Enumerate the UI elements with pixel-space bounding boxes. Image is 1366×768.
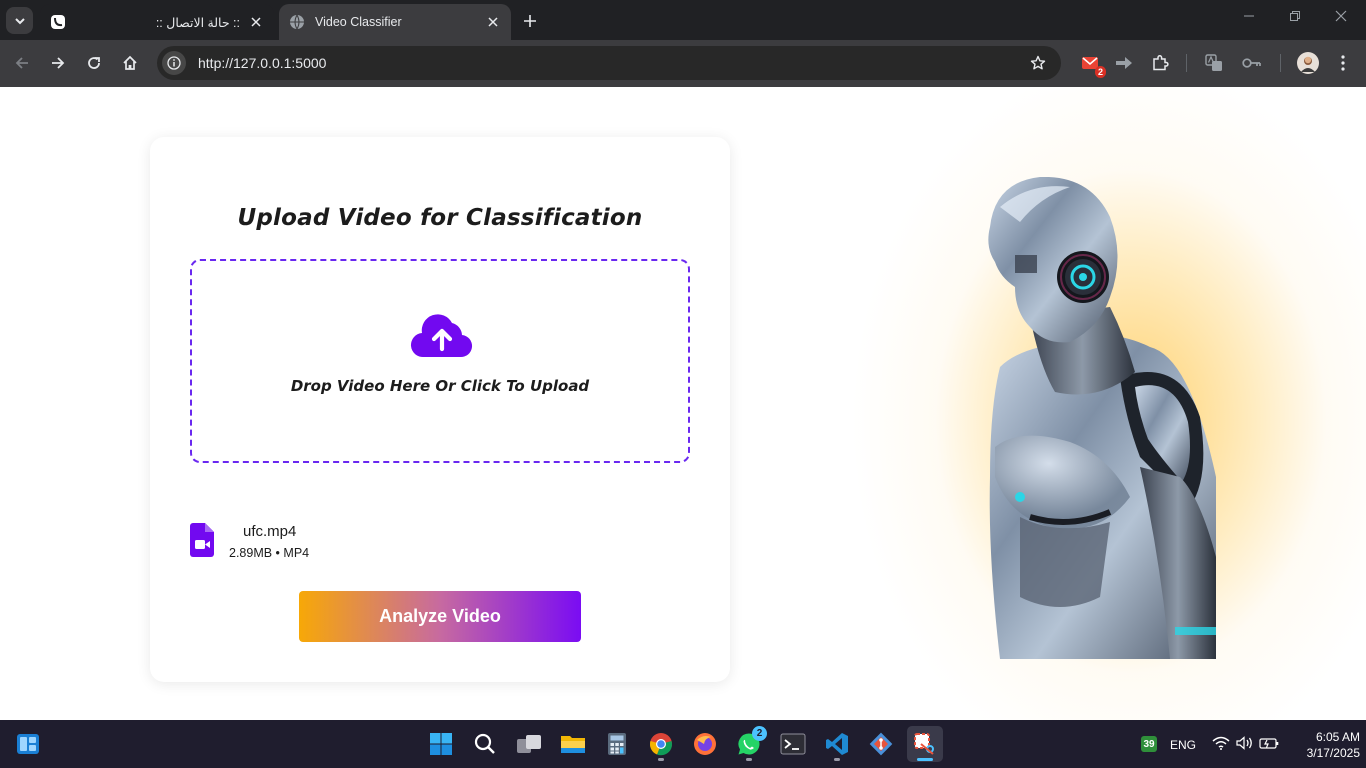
running-indicator bbox=[658, 758, 664, 761]
start-icon bbox=[430, 733, 452, 755]
task-view-button[interactable] bbox=[511, 726, 547, 762]
close-window-button[interactable] bbox=[1318, 0, 1364, 32]
file-name: ufc.mp4 bbox=[243, 523, 297, 540]
reload-button[interactable] bbox=[80, 49, 108, 77]
weather-badge[interactable]: 39 bbox=[1141, 736, 1157, 752]
widgets-button[interactable] bbox=[10, 726, 46, 762]
clock-time: 6:05 AM bbox=[1315, 730, 1360, 744]
system-clock[interactable]: 6:05 AM 3/17/2025 bbox=[1280, 729, 1360, 761]
snipping-tool-button[interactable] bbox=[907, 726, 943, 762]
analyze-video-button[interactable]: Analyze Video bbox=[299, 591, 581, 642]
task-view-icon bbox=[517, 735, 541, 753]
page-title: Upload Video for Classification bbox=[237, 205, 643, 231]
video-dropzone[interactable]: Drop Video Here Or Click To Upload bbox=[190, 259, 690, 463]
arrow-right-icon bbox=[52, 57, 65, 69]
file-explorer-button[interactable] bbox=[555, 726, 591, 762]
selected-file: ufc.mp4 2.89MB • MP4 bbox=[190, 523, 590, 563]
file-explorer-icon bbox=[561, 736, 585, 753]
snipping-tool-icon bbox=[914, 733, 934, 755]
translate-extension-icon[interactable] bbox=[1201, 50, 1227, 76]
close-icon[interactable] bbox=[248, 14, 264, 30]
widgets-icon bbox=[17, 734, 39, 754]
address-bar[interactable]: http://127.0.0.1:5000 bbox=[157, 46, 1061, 80]
avatar bbox=[1297, 52, 1319, 74]
restore-button[interactable] bbox=[1272, 0, 1318, 32]
terminal-icon bbox=[780, 733, 806, 755]
upload-card: Upload Video for Classification Drop Vid… bbox=[150, 137, 730, 682]
file-meta: 2.89MB • MP4 bbox=[229, 546, 310, 560]
chrome-button[interactable] bbox=[643, 726, 679, 762]
browser-tab-bar: :: حالة الاتصال :: Video Classifier bbox=[0, 0, 1366, 40]
calculator-button[interactable] bbox=[599, 726, 635, 762]
close-icon bbox=[1335, 10, 1347, 22]
new-tab-button[interactable] bbox=[518, 9, 542, 33]
site-info-icon[interactable] bbox=[162, 51, 186, 75]
more-vert-icon bbox=[1341, 55, 1345, 71]
dropzone-label: Drop Video Here Or Click To Upload bbox=[290, 377, 590, 395]
url-text[interactable]: http://127.0.0.1:5000 bbox=[198, 55, 1024, 71]
terminal-button[interactable] bbox=[775, 726, 811, 762]
tab-title: Video Classifier bbox=[315, 15, 402, 29]
minimize-button[interactable] bbox=[1226, 0, 1272, 32]
arrow-left-icon bbox=[15, 57, 28, 69]
close-icon[interactable] bbox=[485, 14, 501, 30]
bookmark-star-icon[interactable] bbox=[1024, 49, 1052, 77]
search-icon bbox=[474, 733, 495, 754]
whatsapp-button[interactable]: 2 bbox=[731, 726, 767, 762]
reload-icon bbox=[88, 57, 100, 69]
gmail-extension-icon[interactable]: 2 bbox=[1077, 50, 1106, 78]
cloud-upload-icon bbox=[410, 314, 473, 358]
minimize-icon bbox=[1244, 15, 1254, 17]
forward-extension-icon[interactable] bbox=[1111, 50, 1137, 76]
git-button[interactable] bbox=[863, 726, 899, 762]
running-indicator bbox=[834, 758, 840, 761]
restore-icon bbox=[1290, 11, 1300, 21]
video-file-icon bbox=[190, 523, 214, 557]
notification-badge: 2 bbox=[752, 726, 767, 741]
vscode-button[interactable] bbox=[819, 726, 855, 762]
windows-taskbar: 2 39 ENG 6:05 AM 3/17/2025 bbox=[0, 720, 1366, 768]
git-icon bbox=[869, 732, 893, 756]
firefox-button[interactable] bbox=[687, 726, 723, 762]
wifi-icon[interactable] bbox=[1212, 736, 1230, 750]
running-indicator bbox=[746, 758, 752, 761]
app-logo-icon bbox=[50, 14, 66, 30]
notification-badge: 2 bbox=[1094, 66, 1106, 78]
battery-icon[interactable] bbox=[1259, 736, 1279, 750]
running-indicator bbox=[917, 758, 933, 761]
home-icon bbox=[123, 55, 137, 70]
browser-toolbar: http://127.0.0.1:5000 2 bbox=[0, 40, 1366, 87]
toolbar-divider bbox=[1186, 54, 1187, 72]
chrome-icon bbox=[650, 733, 672, 756]
forward-button[interactable] bbox=[44, 49, 72, 77]
plus-icon bbox=[524, 15, 536, 27]
tab-connection-status[interactable]: :: حالة الاتصال :: bbox=[40, 4, 274, 40]
home-button[interactable] bbox=[116, 49, 144, 77]
puzzle-extensions-icon[interactable] bbox=[1147, 50, 1173, 76]
search-button[interactable] bbox=[467, 726, 503, 762]
clock-date: 3/17/2025 bbox=[1306, 746, 1360, 760]
tab-title: :: حالة الاتصال :: bbox=[155, 15, 240, 30]
firefox-icon bbox=[694, 733, 716, 755]
vscode-icon bbox=[826, 733, 848, 755]
page-content: Upload Video for Classification Drop Vid… bbox=[0, 87, 1366, 720]
language-indicator[interactable]: ENG bbox=[1170, 738, 1196, 752]
globe-icon bbox=[289, 14, 305, 30]
tab-video-classifier[interactable]: Video Classifier bbox=[279, 4, 511, 40]
toolbar-divider bbox=[1280, 54, 1281, 72]
volume-icon[interactable] bbox=[1236, 736, 1254, 750]
profile-avatar[interactable] bbox=[1295, 50, 1321, 76]
back-button[interactable] bbox=[8, 49, 36, 77]
robot-illustration bbox=[988, 177, 1216, 659]
chevron-down-icon bbox=[14, 17, 25, 24]
browser-menu-button[interactable] bbox=[1330, 50, 1356, 76]
password-key-icon[interactable] bbox=[1239, 50, 1265, 76]
start-button[interactable] bbox=[423, 726, 459, 762]
tab-search-button[interactable] bbox=[6, 7, 33, 34]
calculator-icon bbox=[608, 733, 626, 755]
